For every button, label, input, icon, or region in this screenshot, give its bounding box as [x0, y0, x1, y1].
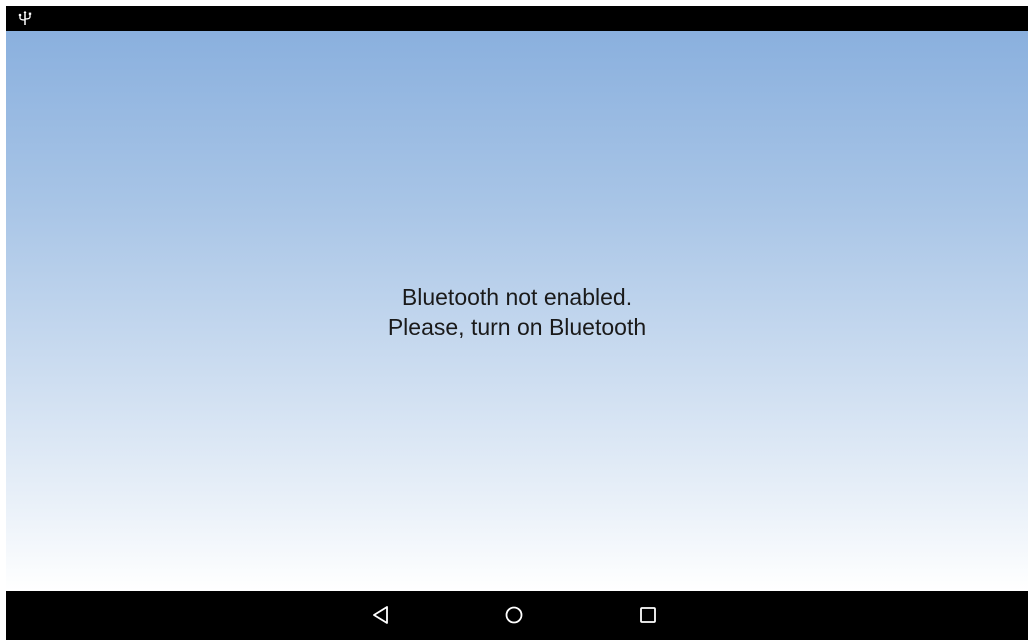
status-bar [6, 6, 1028, 31]
home-button[interactable] [502, 603, 526, 627]
app-content: Bluetooth not enabled. Please, turn on B… [6, 31, 1028, 591]
recents-icon [640, 607, 656, 623]
recents-button[interactable] [636, 603, 660, 627]
message-line-1: Bluetooth not enabled. [401, 284, 633, 310]
usb-icon [18, 10, 32, 26]
navigation-bar [6, 591, 1028, 640]
back-button[interactable] [369, 603, 393, 627]
home-icon [505, 606, 523, 624]
bluetooth-message: Bluetooth not enabled. Please, turn on B… [6, 282, 1028, 342]
device-screen: Bluetooth not enabled. Please, turn on B… [6, 6, 1028, 640]
message-line-2: Please, turn on Bluetooth [387, 314, 647, 340]
back-icon [373, 606, 388, 624]
